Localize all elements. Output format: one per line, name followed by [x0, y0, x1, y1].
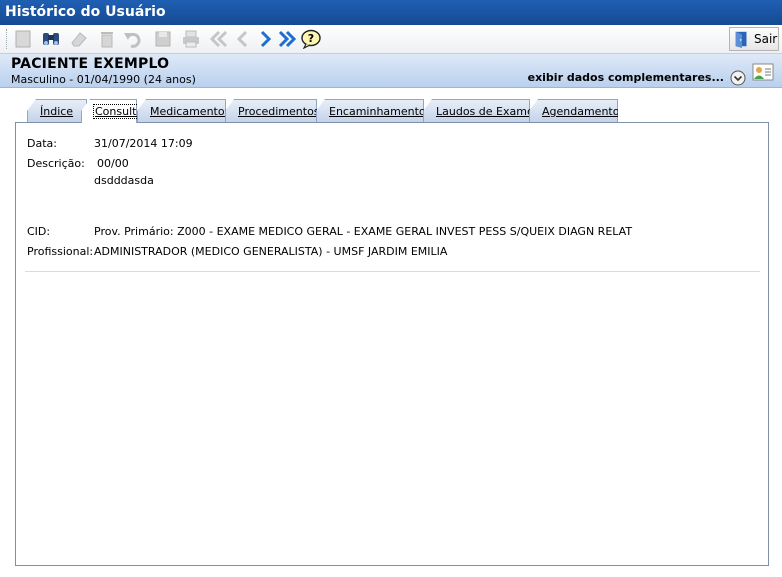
window-title: Histórico do Usuário: [0, 0, 782, 25]
exit-button[interactable]: Sair: [729, 27, 779, 51]
tab-agendamentos[interactable]: Agendamentos: [529, 99, 618, 123]
undo-icon[interactable]: [122, 28, 144, 50]
exit-door-icon: [735, 31, 747, 48]
tab-medicamentos[interactable]: Medicamentos: [137, 99, 226, 123]
description-label: Descrição:: [27, 157, 85, 170]
svg-text:?: ?: [308, 32, 314, 45]
tab-indice[interactable]: Índice: [27, 99, 87, 123]
binoculars-icon[interactable]: [40, 28, 62, 50]
date-label: Data:: [27, 137, 57, 150]
cid-value: Prov. Primário: Z000 - EXAME MEDICO GERA…: [94, 225, 633, 238]
tab-consultas[interactable]: Consultas: [81, 99, 137, 123]
last-record-icon[interactable]: [276, 28, 298, 50]
previous-record-icon[interactable]: [232, 28, 254, 50]
patient-card-icon[interactable]: [752, 62, 774, 82]
patient-header: PACIENTE EXEMPLO Masculino - 01/04/1990 …: [0, 54, 782, 88]
patient-info: Masculino - 01/04/1990 (24 anos): [11, 73, 196, 86]
description-line-2: dsdddasda: [94, 174, 154, 187]
help-icon[interactable]: ?: [300, 28, 322, 50]
save-icon[interactable]: [152, 28, 174, 50]
eraser-icon[interactable]: [68, 28, 90, 50]
expand-circle-icon[interactable]: [730, 70, 746, 86]
toolbar: ? Sair: [0, 25, 782, 54]
tab-procedimentos[interactable]: Procedimentos: [225, 99, 317, 123]
trash-icon[interactable]: [96, 28, 118, 50]
next-record-icon[interactable]: [254, 28, 276, 50]
print-icon[interactable]: [180, 28, 202, 50]
first-record-icon[interactable]: [208, 28, 230, 50]
patient-name: PACIENTE EXEMPLO: [11, 56, 170, 72]
professional-value: ADMINISTRADOR (MEDICO GENERALISTA) - UMS…: [94, 245, 448, 258]
professional-label: Profissional:: [27, 245, 94, 258]
tab-encaminhamentos[interactable]: Encaminhamentos: [316, 99, 424, 123]
description-line-1: 00/00: [97, 157, 129, 170]
show-extra-data-link[interactable]: exibir dados complementares...: [528, 71, 724, 84]
cid-label: CID:: [27, 225, 51, 238]
new-icon[interactable]: [12, 28, 34, 50]
consultas-panel: Data: 31/07/2014 17:09 Descrição: 00/00 …: [15, 122, 769, 566]
divider: [25, 271, 760, 272]
exit-label: Sair: [754, 32, 778, 46]
tab-bar: Índice Consultas Medicamentos Procedimen…: [15, 99, 769, 123]
toolbar-separator: [6, 29, 8, 49]
tab-laudos-de-exames[interactable]: Laudos de Exames: [423, 99, 530, 123]
date-value: 31/07/2014 17:09: [94, 137, 193, 150]
